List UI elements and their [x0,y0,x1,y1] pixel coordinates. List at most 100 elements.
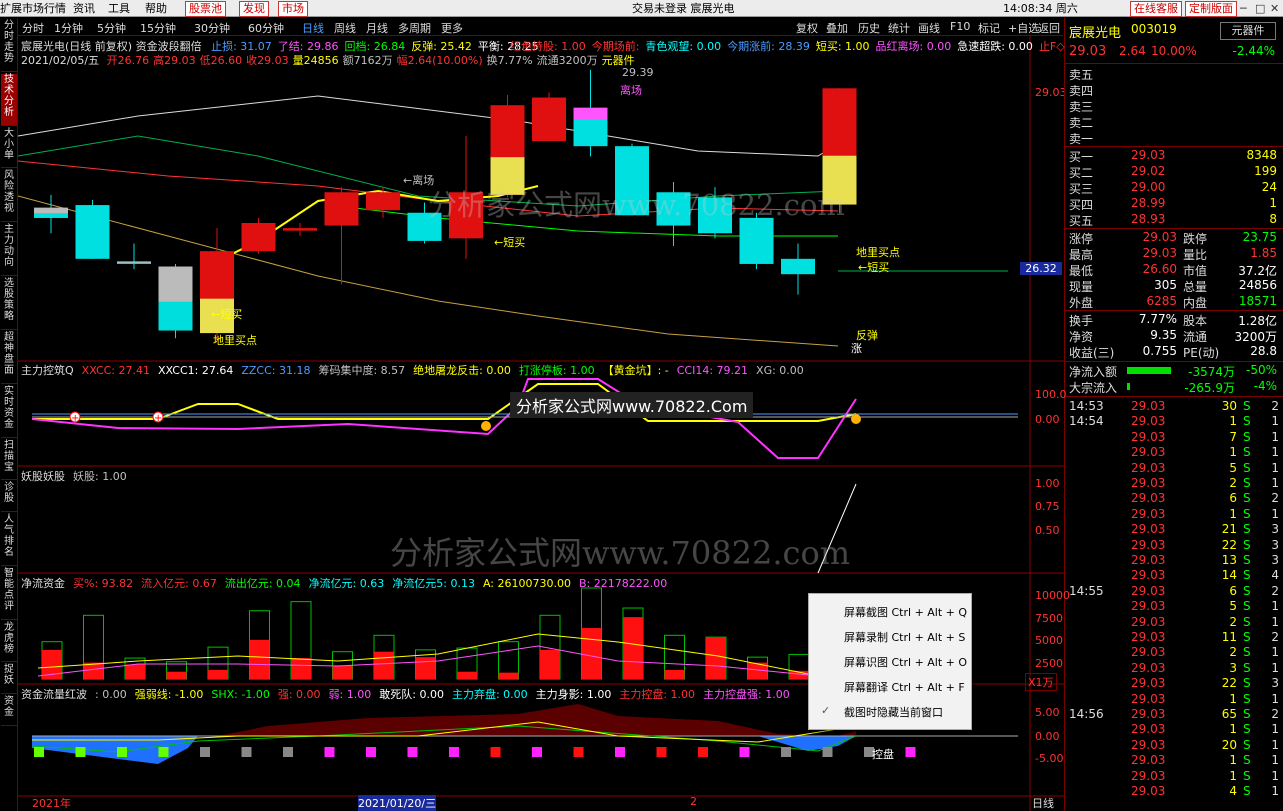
period-tab-2[interactable]: 5分钟 [97,20,126,36]
period-tab-3[interactable]: 15分钟 [140,20,176,36]
flow-bar [415,657,436,679]
p5-marker [449,747,459,757]
sidebar-tab-1[interactable]: 技术分析 [1,74,17,126]
panel5-header-title[interactable]: 资金流量红波 [21,688,87,701]
close-icon[interactable]: ✕ [1270,0,1279,17]
sidebar-tab-7[interactable]: 实时资金 [1,386,17,438]
bid-row: 买四 28.99 1 [1065,196,1283,212]
panel2-header-title[interactable]: 主力控筑Q [21,364,74,377]
sidebar-tab-14[interactable]: 资金 [1,696,17,726]
discover-button[interactable]: 发现 [239,1,269,17]
online-service-button[interactable]: 在线客服 [1130,1,1182,17]
quote-cell: 2 [1229,614,1237,629]
menu-item-hide-window[interactable]: 截图时隐藏当前窗口 [844,704,943,720]
quote-cell: 1 [1271,645,1279,660]
toolbar-action-1[interactable]: 叠加 [826,20,848,36]
toolbar-action-3[interactable]: 统计 [888,20,910,36]
sidebar-tab-2[interactable]: 大小单 [1,128,17,168]
sidebar-tab-6[interactable]: 超神盘面 [1,332,17,384]
quote-cell: 1 [1271,445,1279,460]
toolbar-action-8[interactable]: 返回 [1038,20,1060,36]
x-axis-period: 日线 [1032,797,1054,810]
ohlc-value: 高29.03 [153,54,196,67]
quote-cell: 净流入额 [1069,365,1118,379]
ask-row: 卖三 [1065,98,1283,114]
flow-row: 大宗流入 -265.9万 -4% [1065,379,1283,395]
panel4-header-title[interactable]: 净流资金 [21,577,65,590]
main-signal-line-value: 品红离场: 0.00 [875,40,952,53]
toolbar-action-4[interactable]: 画线 [918,20,940,36]
quote-cell: S [1243,583,1251,598]
toolbar-action-2[interactable]: 历史 [858,20,880,36]
menu-help[interactable]: 帮助 [145,0,167,17]
sidebar-tab-13[interactable]: 捉妖 [1,664,17,694]
menu-item-screen-ocr[interactable]: 屏幕识图 Ctrl + Alt + O [844,654,967,670]
quote-cell: S [1243,614,1251,629]
stat-row: 现量 305 总量 24856 [1065,278,1283,294]
period-tab-10[interactable]: 更多 [441,20,463,36]
market-button[interactable]: 市场 [278,1,308,17]
toolbar-action-6[interactable]: 标记 [978,20,1000,36]
menu-item-screenshot[interactable]: 屏幕截图 Ctrl + Alt + Q [844,604,967,620]
period-tab-1[interactable]: 1分钟 [54,20,83,36]
chart-annotation: 地里买点 [856,246,900,259]
period-tab-6[interactable]: 日线 [302,20,324,36]
sector-button[interactable]: 元器件 [1220,22,1276,40]
sidebar-tab-11[interactable]: 智能点评 [1,568,17,620]
sidebar-tab-8[interactable]: 扫描宝 [1,440,17,480]
sidebar-tab-12[interactable]: 龙虎榜 [1,622,17,662]
toolbar-action-7[interactable]: +自选 [1008,20,1039,36]
sidebar-tab-0[interactable]: 分时走势 [1,20,17,72]
toolbar-action-0[interactable]: 复权 [796,20,818,36]
sidebar-tab-4[interactable]: 主力动向 [1,224,17,276]
panel3-header-title[interactable]: 妖股妖股 [21,470,65,483]
gold-signal-icon [851,414,861,424]
period-tab-9[interactable]: 多周期 [398,20,431,36]
quote-cell: 29.03 [1131,691,1166,706]
period-tab-7[interactable]: 周线 [334,20,356,36]
panel2-header-value: 打涨停板: 1.00 [518,364,595,377]
quote-cell: 14:53 [1069,399,1104,413]
sidebar-tab-5[interactable]: 选股策略 [1,278,17,330]
quote-cell: -4% [1253,379,1277,393]
quote-cell: 29.03 [1131,630,1166,644]
panel5-header-value: 主力身影: 1.00 [535,688,612,701]
sidebar-tab-3[interactable]: 风险透视 [1,170,17,222]
panel3-header: 妖股妖股 妖股: 1.00 [21,468,135,484]
sidebar-tab-9[interactable]: 诊股 [1,482,17,512]
panel4-header-value: 净流亿元5: 0.13 [392,577,475,590]
period-tab-0[interactable]: 分时 [22,20,44,36]
quote-cell: 1 [1271,753,1279,768]
panel5-header-value: : 0.00 [95,688,127,701]
divider [1065,63,1283,64]
menu-news[interactable]: 资讯 [73,0,95,17]
p5-marker [117,747,127,757]
quote-cell: 14:56 [1069,707,1104,721]
quote-cell: 24856 [1238,278,1277,292]
toolbar-action-5[interactable]: F10 [950,20,970,33]
stat-row: 最低 26.60 市值 37.2亿 [1065,262,1283,278]
ask-row: 卖四 [1065,82,1283,98]
axis-label: 1.00 [1035,477,1060,490]
candle-body [241,222,276,252]
quote-cell: 1 [1229,414,1237,429]
custom-layout-button[interactable]: 定制版面 [1185,1,1237,17]
menu-item-screen-record[interactable]: 屏幕录制 Ctrl + Alt + S [844,629,965,645]
period-tab-5[interactable]: 60分钟 [248,20,284,36]
p5-marker [34,747,44,757]
panel5-header: 资金流量红波: 0.00 强弱线: -1.00 SHX: -1.00 强: 0.00 弱… [21,686,798,702]
period-tab-4[interactable]: 30分钟 [194,20,230,36]
period-tab-8[interactable]: 月线 [366,20,388,36]
quote-cell: 7.77% [1138,312,1177,326]
minimize-icon[interactable]: ─ [1240,0,1247,17]
sidebar-tab-10[interactable]: 人气排名 [1,514,17,566]
menu-item-screen-translate[interactable]: 屏幕翻译 Ctrl + Alt + F [844,679,965,695]
maximize-icon[interactable]: □ [1255,0,1265,17]
p5-marker [781,747,791,757]
quote-cell: S [1243,707,1251,721]
stock-pool-button[interactable]: 股票池 [185,1,226,17]
menu-tools[interactable]: 工具 [108,0,130,17]
chart-annotation: 涨 [851,342,862,355]
bid-label: 买一 [1069,150,1094,164]
menu-market[interactable]: 扩展市场行情 [0,0,66,17]
